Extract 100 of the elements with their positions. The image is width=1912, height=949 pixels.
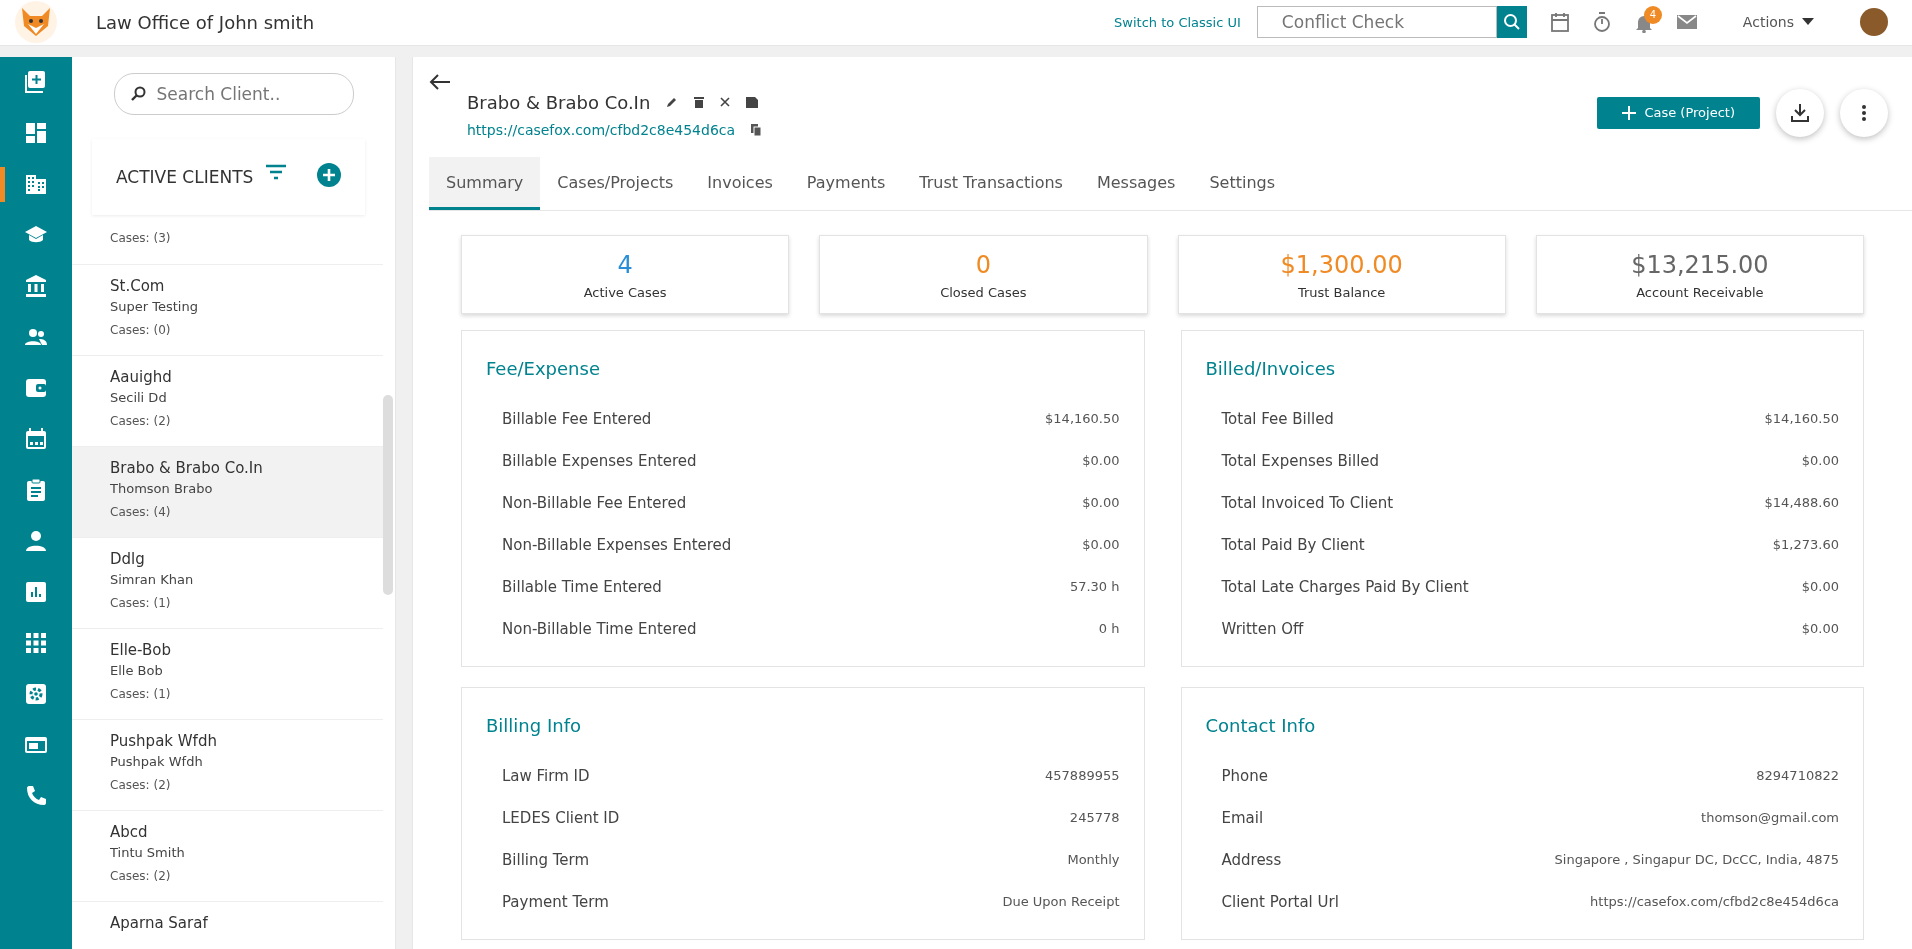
field-value: $0.00: [1082, 452, 1120, 471]
field-label: Billable Time Entered: [502, 576, 662, 598]
scrollbar[interactable]: [383, 394, 393, 595]
field-value: $0.00: [1801, 620, 1839, 639]
field-label: Billing Term: [502, 849, 590, 871]
client-list-item[interactable]: Pushpak Wfdh Pushpak Wfdh Cases: (2): [72, 719, 383, 811]
case-count: Cases: (3): [110, 229, 172, 247]
section-title: Billed/Invoices: [1205, 356, 1337, 381]
download-button[interactable]: [1776, 88, 1824, 137]
field-value: Singapore , Singapur DC, DcCC, India, 4875: [1554, 851, 1839, 870]
case-count: Cases: (1): [110, 685, 172, 703]
bank-icon: [24, 274, 48, 299]
client-list-item[interactable]: Brabo & Brabo Co.In Thomson Brabo Cases: (4): [72, 446, 383, 538]
field-label: Total Expenses Billed: [1221, 450, 1380, 472]
field-label: Non-Billable Fee Entered: [502, 492, 687, 514]
tab[interactable]: Settings: [1192, 156, 1293, 210]
case-count: Cases: (2): [110, 412, 172, 430]
case-count: Cases: (0): [110, 321, 172, 339]
field-label: LEDES Client ID: [502, 807, 620, 829]
plus-icon: [1622, 105, 1637, 120]
client-name: Elle-Bob: [110, 639, 172, 661]
bar-chart-icon: [24, 580, 48, 605]
person-icon: [24, 529, 48, 554]
field-value: 245778: [1069, 809, 1120, 828]
avatar[interactable]: [1860, 8, 1888, 37]
mail-icon[interactable]: [1676, 14, 1697, 31]
copy-icon[interactable]: [751, 124, 762, 137]
field-label: Email: [1221, 807, 1264, 829]
field-value: 457889955: [1045, 767, 1120, 786]
stat-value: $13,215.00: [1630, 249, 1770, 281]
field-value: https://casefox.com/cfbd2c8e454d6ca: [1590, 893, 1839, 912]
tab[interactable]: Payments: [789, 156, 903, 210]
building-icon: [24, 172, 48, 197]
search-icon: [1502, 13, 1521, 32]
contact-name: Elle Bob: [110, 662, 164, 681]
add-client-icon[interactable]: [317, 162, 341, 187]
client-name: Ddlg: [110, 548, 146, 570]
client-name: St.Com: [110, 275, 166, 297]
pencil-icon[interactable]: [666, 96, 679, 109]
close-icon[interactable]: [720, 97, 731, 108]
client-name: Brabo & Brabo Co.In: [110, 457, 264, 479]
client-name: Aauighd: [110, 366, 173, 388]
client-list-item[interactable]: St.Com Super Testing Cases: (0): [72, 264, 383, 356]
field-label: Total Paid By Client: [1221, 534, 1365, 556]
case-count: Cases: (1): [110, 594, 172, 612]
field-value: Monthly: [1067, 851, 1120, 870]
conflict-check-field[interactable]: Conflict Check: [1256, 6, 1497, 39]
fox-logo: [12, 0, 60, 45]
field-label: Written Off: [1221, 618, 1304, 640]
client-title: Brabo & Brabo Co.In: [467, 90, 651, 115]
tab[interactable]: Cases/Projects: [540, 156, 691, 210]
classic-ui-link[interactable]: Switch to Classic UI: [1114, 12, 1241, 33]
tab[interactable]: Trust Transactions: [902, 156, 1080, 210]
contact-name: Thomson Brabo: [110, 480, 214, 499]
trash-icon[interactable]: [694, 96, 705, 109]
tab[interactable]: Messages: [1079, 156, 1193, 210]
case-count: Cases: (2): [110, 776, 172, 794]
calendar-icon[interactable]: [1550, 12, 1569, 33]
field-value: $0.00: [1082, 536, 1120, 555]
client-list-item[interactable]: Cases: (3): [72, 214, 383, 265]
field-value: $14,160.50: [1764, 410, 1839, 429]
tab[interactable]: Invoices: [690, 156, 790, 210]
field-label: Law Firm ID: [502, 765, 590, 787]
filter-icon[interactable]: [265, 162, 287, 181]
field-value: thomson@gmail.com: [1701, 809, 1839, 828]
field-value: $1,273.60: [1772, 536, 1839, 555]
field-label: Total Late Charges Paid By Client: [1221, 576, 1469, 598]
firm-name: Law Office of John smith: [96, 10, 315, 35]
tab[interactable]: Summary: [429, 156, 541, 210]
field-value: 8294710822: [1756, 767, 1839, 786]
contact-name: Super Testing: [110, 298, 199, 317]
stat-label: Trust Balance: [1296, 283, 1387, 302]
calendar-icon: [24, 427, 48, 452]
stat-label: Closed Cases: [939, 283, 1028, 302]
client-url-link[interactable]: https://casefox.com/cfbd2c8e454d6ca: [467, 119, 736, 141]
new-case-button[interactable]: Case (Project): [1597, 96, 1760, 129]
client-list-item[interactable]: Elle-Bob Elle Bob Cases: (1): [72, 628, 383, 720]
download-icon: [1790, 102, 1810, 123]
field-label: Phone: [1221, 765, 1268, 787]
field-value: $14,488.60: [1764, 494, 1839, 513]
field-value: $14,160.50: [1045, 410, 1120, 429]
client-list-item[interactable]: Aparna Saraf: [72, 901, 383, 949]
field-label: Total Invoiced To Client: [1221, 492, 1394, 514]
grid-icon: [24, 631, 48, 656]
back-arrow-icon[interactable]: [429, 72, 451, 91]
case-count: Cases: (2): [110, 867, 172, 885]
contact-name: Simran Khan: [110, 571, 195, 590]
client-search-field[interactable]: Search Client..: [113, 72, 354, 115]
caret-icon: [1802, 18, 1814, 27]
case-count: Cases: (4): [110, 503, 172, 521]
client-list-item[interactable]: Abcd Tintu Smith Cases: (2): [72, 810, 383, 902]
stopwatch-icon[interactable]: [1592, 12, 1611, 33]
field-value: $0.00: [1801, 578, 1839, 597]
stat-label: Account Receivable: [1635, 283, 1765, 302]
field-value: 0 h: [1098, 620, 1120, 639]
list-title: ACTIVE CLIENTS: [116, 165, 255, 189]
stat-value: $1,300.00: [1279, 249, 1404, 281]
field-label: Billable Fee Entered: [502, 408, 652, 430]
search-button[interactable]: [1496, 6, 1527, 39]
actions-dropdown[interactable]: Actions: [1736, 10, 1820, 34]
